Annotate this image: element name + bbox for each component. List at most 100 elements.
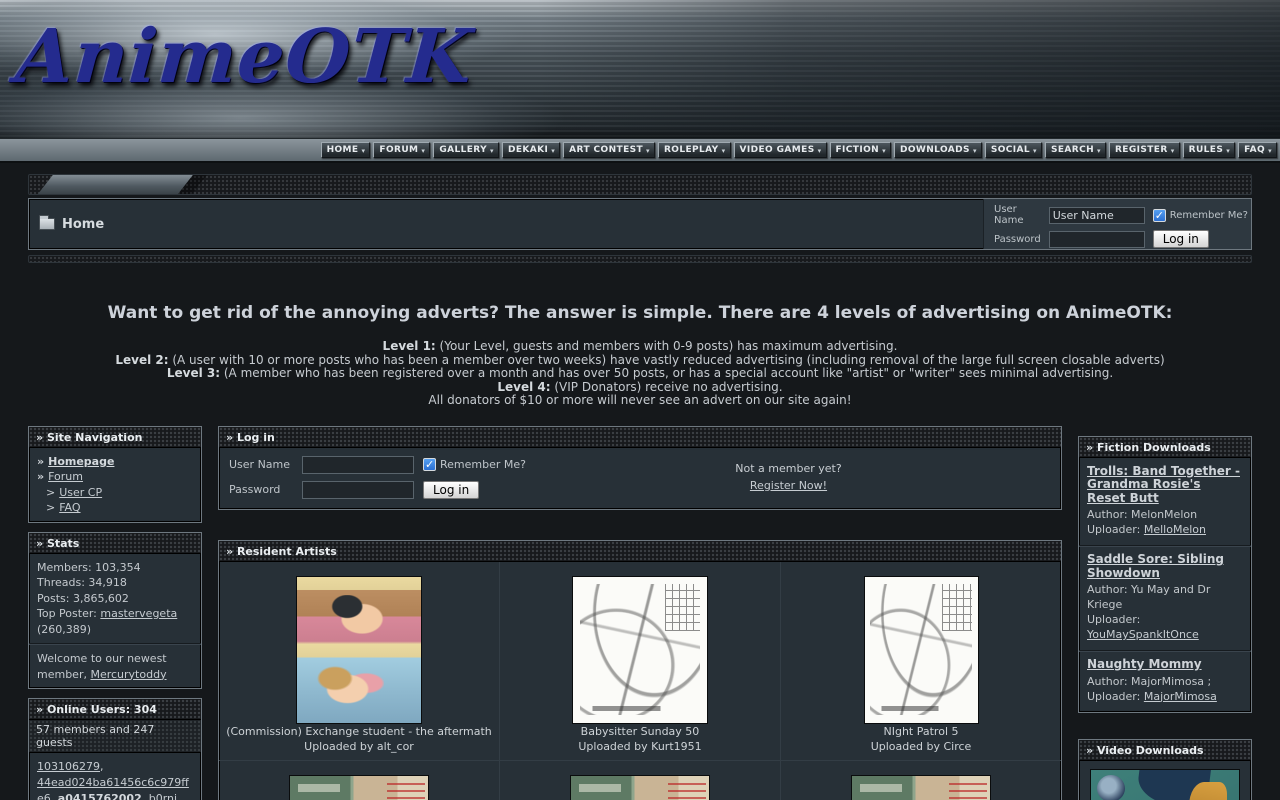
chevron-down-icon[interactable] <box>490 146 494 156</box>
fiction-author: Author: MelonMelon <box>1087 507 1243 522</box>
fiction-item: Trolls: Band Together - Grandma Rosie's … <box>1079 458 1251 547</box>
panel-title: Site Navigation <box>29 427 201 448</box>
artwork-thumbnail[interactable] <box>296 576 422 724</box>
fiction-uploader-link[interactable]: YouMaySpankItOnce <box>1087 628 1199 641</box>
nav-button[interactable]: GALLERY <box>433 142 499 158</box>
fiction-uploader-link[interactable]: MajorMimosa <box>1144 690 1217 703</box>
artwork-caption: NIght Patrol 5 <box>787 725 1055 739</box>
header-username-input[interactable] <box>1049 207 1145 224</box>
chevron-down-icon[interactable] <box>551 146 555 156</box>
advert-level-line: Level 4: (VIP Donators) receive no adver… <box>28 381 1252 395</box>
online-user-link[interactable]: a0415762002 <box>58 792 142 800</box>
nav-button[interactable]: VIDEO GAMES <box>734 142 827 158</box>
advert-level-line: Level 2: (A user with 10 or more posts w… <box>28 354 1252 368</box>
chevron-down-icon[interactable] <box>1226 146 1230 156</box>
header-login-button[interactable]: Log in <box>1153 230 1209 248</box>
chevron-down-icon[interactable] <box>818 146 822 156</box>
chevron-down-icon[interactable] <box>421 146 425 156</box>
decorative-strip <box>28 255 1252 263</box>
fiction-title-link[interactable]: Trolls: Band Together - Grandma Rosie's … <box>1087 465 1243 506</box>
video-thumbnail[interactable] <box>1090 769 1240 800</box>
online-user-link[interactable]: 103106279 <box>37 760 100 773</box>
main-nav: HOME FORUM GALLERY DEKAKI ART CONTEST RO… <box>0 138 1280 163</box>
fiction-downloads-panel: Fiction Downloads Trolls: Band Together … <box>1078 436 1252 713</box>
level-label: Level 2: <box>115 353 168 367</box>
artwork-cell: Babysitter Sunday 50 Uploaded by Kurt195… <box>499 562 780 760</box>
artwork-thumbnail[interactable] <box>289 775 429 800</box>
artwork-thumbnail[interactable] <box>570 775 710 800</box>
fiction-uploader-link[interactable]: MelloMelon <box>1144 523 1206 536</box>
sidebar-nav-link[interactable]: Homepage <box>48 455 114 468</box>
chevron-down-icon[interactable] <box>722 146 726 156</box>
nav-button[interactable]: DEKAKI <box>502 142 560 158</box>
online-user: 103106279 <box>37 760 104 773</box>
stat-line: Top Poster: mastervegeta <box>37 606 193 622</box>
sidebar-nav-link[interactable]: User CP <box>59 486 102 499</box>
fiction-author: Author: MajorMimosa ; <box>1087 674 1243 689</box>
bullet-icon: > <box>46 486 55 499</box>
nav-button[interactable]: FAQ <box>1238 142 1277 158</box>
online-user-link[interactable]: b0rni <box>149 792 177 800</box>
chevron-down-icon[interactable] <box>646 146 650 156</box>
nav-button[interactable]: RULES <box>1183 142 1236 158</box>
nav-button[interactable]: FICTION <box>830 142 892 158</box>
nav-button[interactable]: REGISTER <box>1109 142 1180 158</box>
artwork-caption: (Commission) Exchange student - the afte… <box>225 725 493 739</box>
stats-panel: Stats Members: 103,354 Threads: 34,918 P… <box>28 532 202 690</box>
stat-text: (260,389) <box>37 623 91 636</box>
thumb-shape <box>942 584 971 631</box>
thumb-shape <box>665 584 700 631</box>
uploader-label: Uploader: <box>1087 690 1140 703</box>
newest-member-link[interactable]: Mercurytoddy <box>90 668 166 681</box>
nav-button[interactable]: DOWNLOADS <box>894 142 982 158</box>
login-username-input[interactable] <box>302 456 414 474</box>
online-user: b0rni <box>149 792 181 800</box>
login-password-input[interactable] <box>302 481 414 499</box>
checked-checkbox-icon[interactable] <box>423 458 436 471</box>
register-link[interactable]: Register Now! <box>750 479 827 492</box>
nav-button[interactable]: SEARCH <box>1045 142 1106 158</box>
nav-button-label: FICTION <box>836 145 880 155</box>
stat-line: Members: 103,354 <box>37 560 193 576</box>
nav-button-label: HOME <box>327 145 359 155</box>
artwork-uploader: Uploaded by Circe <box>787 740 1055 754</box>
level-label: Level 4: <box>497 380 550 394</box>
nav-button[interactable]: SOCIAL <box>985 142 1042 158</box>
nav-button[interactable]: ART CONTEST <box>563 142 655 158</box>
nav-button-label: VIDEO GAMES <box>740 145 815 155</box>
chevron-down-icon[interactable] <box>882 146 886 156</box>
advert-level-line: Level 1: (Your Level, guests and members… <box>28 340 1252 354</box>
sidebar-nav-link[interactable]: Forum <box>48 470 83 483</box>
chevron-down-icon[interactable] <box>973 146 977 156</box>
chevron-down-icon[interactable] <box>361 146 365 156</box>
chevron-down-icon[interactable] <box>1097 146 1101 156</box>
chevron-down-icon[interactable] <box>1268 146 1272 156</box>
nav-button[interactable]: FORUM <box>373 142 430 158</box>
artwork-uploader: Uploaded by alt_cor <box>225 740 493 754</box>
artwork-cell: NIght Patrol 5 Uploaded by Circe <box>780 562 1061 760</box>
panel-title: Resident Artists <box>219 541 1061 562</box>
login-button[interactable]: Log in <box>423 481 479 499</box>
nav-button-label: ART CONTEST <box>569 145 643 155</box>
header-password-input[interactable] <box>1049 231 1145 248</box>
artwork-thumbnail[interactable] <box>851 775 991 800</box>
fiction-title-link[interactable]: Naughty Mommy <box>1087 658 1243 672</box>
sidebar-nav-link[interactable]: FAQ <box>59 501 80 514</box>
nav-button[interactable]: HOME <box>321 142 371 158</box>
fiction-title-link[interactable]: Saddle Sore: Sibling Showdown <box>1087 553 1243 580</box>
chevron-down-icon[interactable] <box>1033 146 1037 156</box>
artwork-thumbnail[interactable] <box>864 576 979 724</box>
stat-link[interactable]: mastervegeta <box>100 607 177 620</box>
checked-checkbox-icon[interactable] <box>1153 209 1166 222</box>
panel-title: Log in <box>219 427 1061 448</box>
username-label: User Name <box>994 204 1041 226</box>
panel-title: Video Downloads <box>1079 740 1251 761</box>
level-text: (VIP Donators) receive no advertising. <box>551 380 783 394</box>
chevron-down-icon[interactable] <box>1171 146 1175 156</box>
artwork-thumbnail[interactable] <box>572 576 708 724</box>
fiction-uploader-row: Uploader: YouMaySpankItOnce <box>1087 612 1243 642</box>
nav-button[interactable]: ROLEPLAY <box>658 142 731 158</box>
strip-accent <box>33 174 196 195</box>
decorative-strip <box>28 174 1252 195</box>
level-text: (A member who has been registered over a… <box>220 366 1113 380</box>
